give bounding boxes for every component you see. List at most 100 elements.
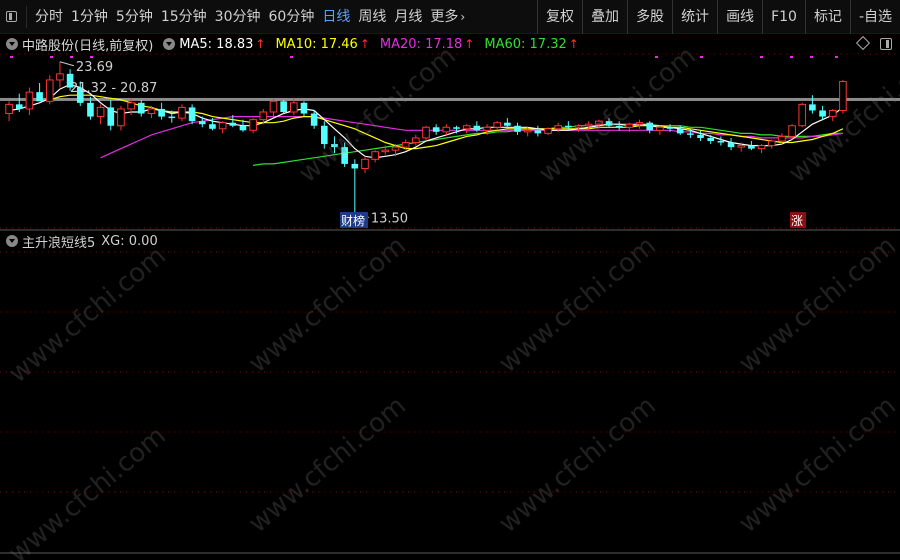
candle-body-10 (107, 107, 115, 126)
candle-body-30 (310, 113, 318, 126)
candle-body-47 (483, 126, 491, 131)
low-label: 13.50 (371, 211, 408, 226)
candle-body-26 (269, 100, 278, 113)
candle-body-61 (625, 123, 634, 128)
candle-body-58 (595, 120, 603, 125)
candle-body-73 (748, 145, 755, 149)
candle-body-71 (727, 142, 735, 148)
kline-chart: 23.69 21.32 - 20.87 13.50 财榜 涨 (0, 53, 900, 554)
candle-body-72 (737, 145, 746, 148)
candle-body-46 (473, 125, 481, 131)
candle-body-12 (127, 102, 135, 110)
candle-body-20 (209, 124, 216, 129)
candle-body-48 (493, 122, 501, 128)
signal-dot-7 (760, 56, 763, 58)
candle-body-32 (331, 144, 338, 148)
candle-body-81 (828, 109, 837, 118)
candle-body-24 (249, 119, 257, 131)
candle-body-41 (422, 126, 430, 139)
candle-body-80 (819, 110, 826, 117)
candle-body-27 (280, 101, 287, 112)
candle-body-13 (137, 102, 145, 114)
candle-body-39 (401, 142, 410, 148)
candle-body-40 (412, 137, 420, 144)
signal-dot-3 (90, 56, 93, 58)
signal-dot-2 (70, 56, 73, 58)
candle-body-45 (462, 125, 471, 130)
candle-body-76 (778, 135, 786, 142)
candle-body-18 (188, 107, 196, 122)
candle-body-5 (56, 73, 64, 81)
candle-body-54 (554, 125, 562, 130)
candle-body-68 (697, 134, 704, 138)
candle-body-62 (635, 122, 644, 125)
candle-body-34 (351, 163, 359, 169)
candle-body-15 (158, 108, 165, 117)
candle-body-3 (36, 92, 43, 102)
candle-body-78 (798, 103, 807, 127)
signal-dot-4 (290, 56, 293, 58)
candle-body-17 (178, 106, 186, 119)
candle-body-25 (259, 111, 268, 121)
candle-body-31 (321, 125, 328, 145)
indicator-name: 主升浪短线5 (22, 235, 96, 251)
candle-body-51 (523, 129, 532, 133)
candle-body-52 (534, 130, 542, 134)
tag-left-label: 财榜 (341, 213, 365, 228)
candle-body-2 (25, 91, 34, 110)
candle-body-66 (676, 128, 684, 134)
candle-body-60 (615, 125, 623, 128)
candle-body-19 (198, 121, 206, 125)
candle-body-36 (371, 151, 379, 160)
range-band-line (0, 97, 900, 101)
candle-body-1 (15, 104, 23, 109)
ma20-line (100, 116, 843, 159)
candle-body-11 (117, 108, 125, 127)
candle-body-23 (239, 125, 247, 131)
candle-body-22 (229, 122, 237, 126)
candle-body-63 (646, 122, 654, 131)
candle-body-8 (87, 102, 94, 117)
candle-body-56 (574, 125, 583, 128)
candle-body-37 (381, 149, 390, 153)
candle-body-9 (96, 106, 105, 118)
candle-body-29 (300, 102, 308, 114)
candle-body-33 (341, 147, 348, 164)
candle-body-44 (453, 127, 460, 129)
candle-body-38 (391, 146, 400, 151)
candle-body-55 (565, 125, 572, 128)
candle-body-53 (544, 128, 552, 134)
tag-right-label: 涨 (791, 213, 803, 228)
candle-body-77 (788, 125, 796, 137)
candle-body-70 (717, 141, 725, 143)
indicator-value: XG: 0.00 (101, 233, 158, 249)
indicator-collapse-icon[interactable] (6, 235, 18, 247)
candle-body-50 (514, 125, 521, 132)
signal-dot-10 (835, 56, 838, 58)
candle-body-75 (767, 140, 776, 147)
candle-body-0 (5, 103, 13, 115)
indicator-legend: 主升浪短线5 XG: 0.00 (0, 232, 158, 251)
candle-body-43 (442, 126, 451, 133)
high-label: 23.69 (76, 60, 113, 75)
candle-body-14 (147, 108, 156, 115)
candle-body-79 (809, 104, 816, 111)
candle-body-4 (45, 79, 54, 102)
candle-body-21 (218, 122, 227, 130)
candle-body-67 (687, 133, 694, 135)
candle-body-69 (707, 137, 715, 141)
signal-dot-1 (50, 56, 53, 58)
candle-body-57 (584, 123, 593, 127)
signal-dot-5 (655, 56, 658, 58)
candle-body-82 (839, 80, 847, 111)
candle-body-49 (504, 122, 511, 126)
candle-body-16 (168, 116, 176, 119)
candle-body-74 (757, 145, 766, 150)
signal-dot-9 (810, 56, 813, 58)
candle-body-42 (432, 127, 440, 132)
candle-body-59 (605, 121, 613, 126)
signal-dot-6 (700, 56, 703, 58)
high-pointer (59, 61, 75, 67)
candle-body-64 (656, 126, 664, 131)
signal-dot-0 (10, 56, 13, 58)
